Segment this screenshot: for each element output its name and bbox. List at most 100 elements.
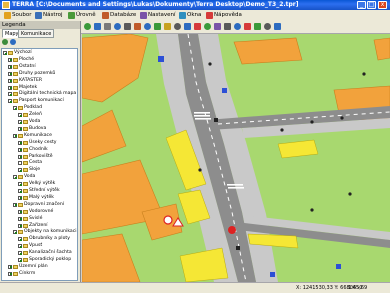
layer-checkbox[interactable] [18,223,22,228]
layer-checkbox[interactable] [18,161,22,166]
layer-checkbox[interactable] [13,133,17,138]
select-icon[interactable] [124,23,131,30]
stop-icon[interactable] [244,23,251,30]
identify-icon[interactable] [134,23,141,30]
layer-checkbox[interactable] [18,244,22,249]
zoom-in-icon[interactable] [94,23,101,30]
layer-checkbox[interactable] [13,106,17,111]
layer-checkbox[interactable] [8,271,12,276]
parking-sign-icon[interactable] [270,272,275,277]
help-icon[interactable] [274,23,281,30]
drain-icon[interactable] [362,72,366,76]
pan-icon[interactable] [84,23,91,30]
layer-checkbox[interactable] [18,258,22,262]
layer-checkbox[interactable] [13,230,17,235]
legend-item-label: Digitální technická mapa [19,91,77,97]
menu-okna[interactable]: Okna [178,11,201,20]
layer-checkbox[interactable] [18,140,22,145]
layer-checkbox[interactable] [18,168,22,173]
add-icon[interactable] [204,23,211,30]
close-button[interactable]: x [378,1,387,9]
layer-checkbox[interactable] [8,71,12,76]
layer-checkbox[interactable] [8,92,12,97]
app-icon [2,1,10,9]
drain-icon[interactable] [208,62,212,66]
layer-checkbox[interactable] [3,51,7,55]
manhole-icon[interactable] [236,246,240,250]
layer-checkbox[interactable] [18,126,22,131]
cursor-icon[interactable] [224,23,231,30]
menu-napoveda[interactable]: Nápověda [205,11,242,20]
drain-icon[interactable] [310,120,314,124]
drain-icon[interactable] [340,116,344,120]
drain-icon[interactable] [310,208,314,212]
title-bar: TERRA [C:\Documents and Settings\Lukas\D… [0,0,390,10]
layer-checkbox[interactable] [18,195,22,200]
zoom-extent-icon[interactable] [114,23,121,30]
legend-item-label: Výchozí [14,50,32,55]
maximize-button[interactable]: □ [367,1,376,9]
menu-urovne[interactable]: Úrovně [67,11,96,20]
layer-checkbox[interactable] [18,237,22,242]
legend-panel: Legenda Mapy Komunikace Výchozí Ploché Ost… [0,21,81,282]
layer-checkbox[interactable] [18,209,22,214]
folder-icon [23,120,28,124]
parking-sign-icon[interactable] [158,56,164,62]
layer-checkbox[interactable] [13,202,17,207]
layer-checkbox[interactable] [8,85,12,90]
layer-checkbox[interactable] [8,264,12,269]
manhole-icon[interactable] [214,118,218,122]
refresh-icon[interactable] [10,39,16,45]
layer-checkbox[interactable] [18,251,22,256]
folder-icon [23,140,28,145]
parking-sign-icon[interactable] [336,264,341,269]
map-canvas[interactable] [82,34,390,282]
save-icon[interactable] [254,23,261,30]
folder-icon [18,133,23,138]
info-sign-icon[interactable] [222,88,227,93]
layer-checkbox[interactable] [8,64,12,69]
query-icon[interactable] [234,23,241,30]
menu-soubor[interactable]: Soubor [3,11,31,20]
measure-icon[interactable] [144,23,151,30]
delete-icon[interactable] [194,23,201,30]
layer-checkbox[interactable] [18,189,22,193]
menu-nastroj[interactable]: Nástroj [34,11,63,20]
layer-checkbox[interactable] [8,99,12,104]
layer-icon[interactable] [154,23,161,30]
stop-sign-icon[interactable] [228,226,236,234]
add-layer-icon[interactable] [2,39,8,45]
layer-checkbox[interactable] [18,154,22,159]
info-icon[interactable] [184,23,191,30]
folder-icon [13,271,18,276]
legend-item-label: Cínkrm [19,270,36,276]
layer-checkbox[interactable] [18,113,22,118]
layer-checkbox[interactable] [8,57,12,62]
drain-icon[interactable] [280,128,284,132]
refresh-icon[interactable] [174,23,181,30]
layer-checkbox[interactable] [8,78,12,83]
legend-item-label: Zeleň [29,112,42,118]
folder-icon [23,182,28,187]
layer-checkbox[interactable] [18,120,22,124]
legend-item-label: Svislé [29,215,43,221]
folder-icon [23,223,28,228]
map-view[interactable] [82,34,390,282]
layer-checkbox[interactable] [18,147,22,152]
edit-icon[interactable] [214,23,221,30]
menu-nastaveni[interactable]: Nastavení [139,11,176,20]
tool-icon [35,12,42,19]
settings-icon[interactable] [264,23,271,30]
print-icon[interactable] [164,23,171,30]
drain-icon[interactable] [198,168,202,172]
zoom-out-icon[interactable] [104,23,111,30]
layer-checkbox[interactable] [18,182,22,187]
minimize-button[interactable]: _ [357,1,366,9]
traffic-sign-icon[interactable] [163,215,173,225]
layer-checkbox[interactable] [18,216,22,221]
menu-databaze[interactable]: Databáze [101,11,136,20]
drain-icon[interactable] [348,192,352,196]
tab-komunikace[interactable]: Komunikace [18,29,55,38]
layer-checkbox[interactable] [13,175,17,180]
folder-icon [23,126,28,131]
